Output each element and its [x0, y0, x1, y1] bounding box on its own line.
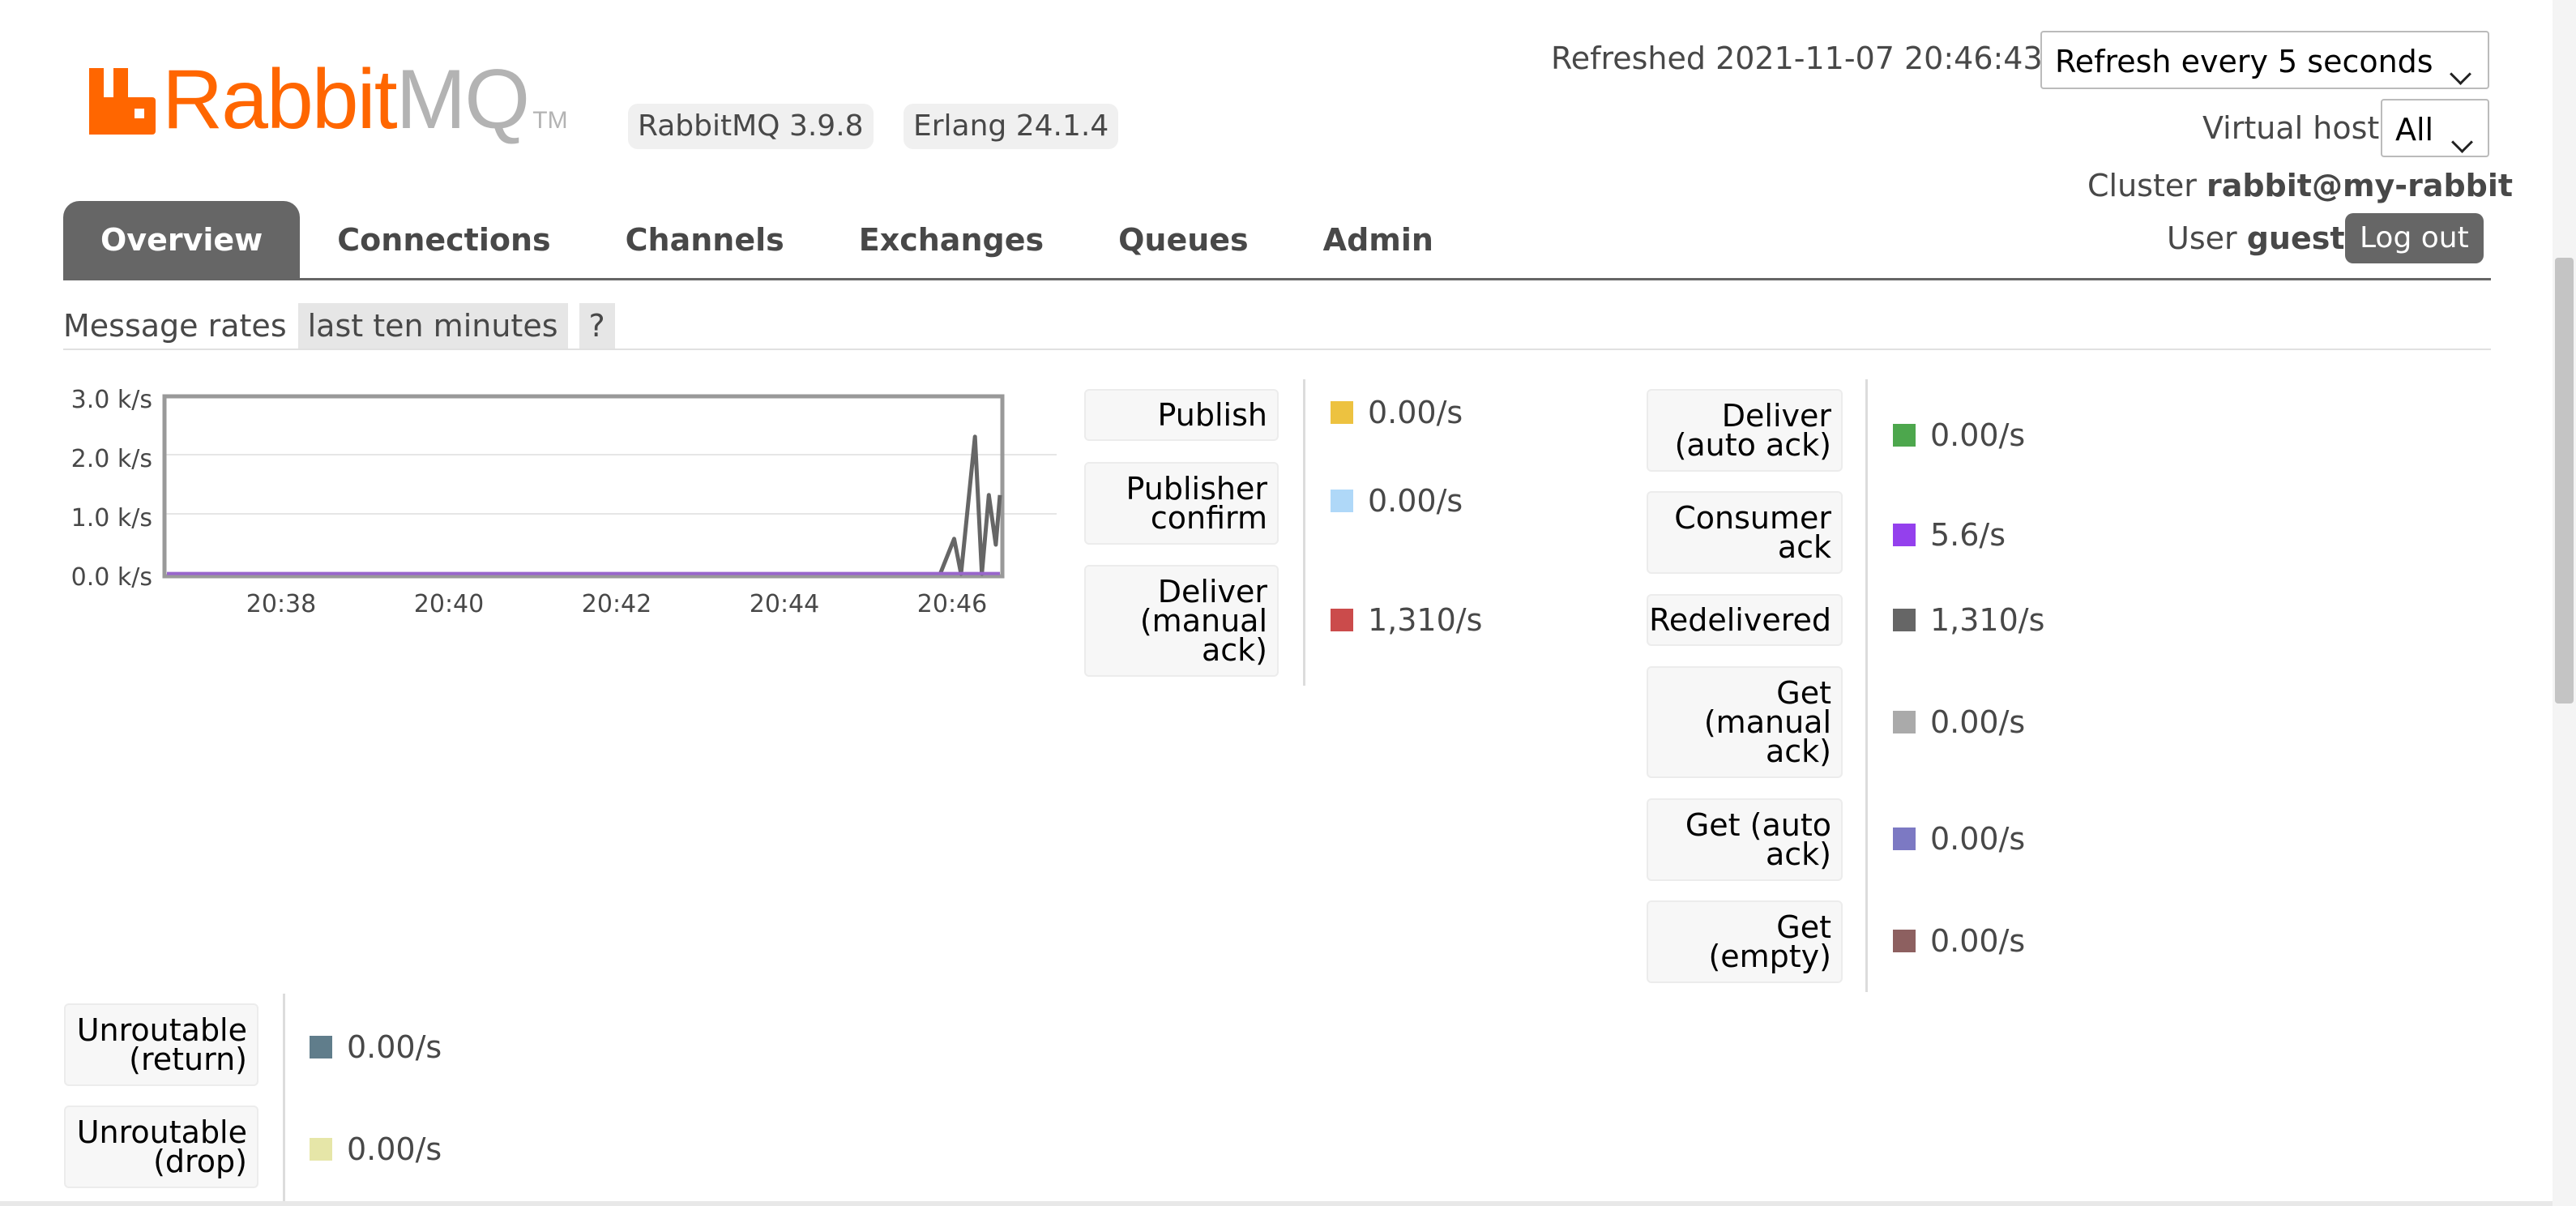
tabs-divider — [63, 278, 2491, 280]
x-tick-label: 20:42 — [581, 590, 652, 618]
legend-separator — [283, 994, 285, 1206]
tab-exchanges[interactable]: Exchanges — [822, 201, 1081, 279]
consumer-ack-rate: 5.6/s — [1930, 517, 2006, 553]
legend-redelivered-value-row: 1,310/s — [1893, 602, 2044, 638]
chevron-down-icon — [2450, 63, 2471, 85]
tab-channels[interactable]: Channels — [588, 201, 822, 279]
legend-consumer-ack-value-row: 5.6/s — [1893, 517, 2006, 553]
refreshed-timestamp: Refreshed 2021-11-07 20:46:43 — [1551, 41, 2043, 76]
refresh-interval-value: Refresh every 5 seconds — [2055, 44, 2433, 79]
rabbit-logo-icon — [89, 68, 156, 135]
logout-button[interactable]: Log out — [2345, 213, 2484, 263]
logo-rabbit-text: Rabbit — [162, 53, 398, 147]
legend-publish-label[interactable]: Publish — [1084, 389, 1279, 441]
legend-get-empty-label[interactable]: Get (empty) — [1647, 900, 1843, 983]
deliver-auto-ack-rate: 0.00/s — [1930, 417, 2026, 453]
legend-deliver-manual-value-row: 1,310/s — [1331, 602, 1482, 638]
logo-tm-text: TM — [532, 107, 568, 134]
help-button[interactable]: ? — [579, 303, 615, 349]
message-rates-header: Message rates last ten minutes ? — [63, 303, 615, 349]
section-title: Message rates — [63, 308, 287, 344]
deliver-manual-ack-swatch — [1331, 609, 1353, 631]
legend-publish-value-row: 0.00/s — [1331, 395, 1463, 430]
get-auto-ack-rate: 0.00/s — [1930, 821, 2026, 857]
chart-plot-area — [162, 394, 1057, 579]
message-rates-chart: 3.0 k/s 2.0 k/s 1.0 k/s 0.0 k/s 20:38 20… — [57, 386, 1057, 629]
redelivered-rate: 1,310/s — [1930, 602, 2045, 638]
y-tick-label: 3.0 k/s — [70, 386, 152, 414]
legend-unroutable-drop-label[interactable]: Unroutable (drop) — [64, 1106, 258, 1188]
erlang-version-badge: Erlang 24.1.4 — [904, 104, 1119, 149]
legend-deliver-auto-value-row: 0.00/s — [1893, 417, 2025, 453]
redelivered-swatch — [1893, 609, 1916, 631]
cluster-info: Cluster rabbit@my-rabbit — [2087, 168, 2513, 203]
series-line — [938, 434, 1002, 576]
legend-publisher-confirm-value-row: 0.00/s — [1331, 483, 1463, 519]
y-tick-label: 1.0 k/s — [70, 504, 152, 532]
tab-overview[interactable]: Overview — [63, 201, 301, 279]
get-empty-swatch — [1893, 930, 1916, 952]
publisher-confirm-rate: 0.00/s — [1368, 483, 1463, 519]
unroutable-drop-swatch — [310, 1138, 332, 1161]
scrollbar-thumb[interactable] — [2555, 258, 2574, 704]
legend-deliver-auto-ack-label[interactable]: Deliver (auto ack) — [1647, 389, 1843, 472]
legend-unroutable-return-value-row: 0.00/s — [310, 1029, 442, 1065]
tab-connections[interactable]: Connections — [300, 201, 587, 279]
main-tabs: Overview Connections Channels Exchanges … — [63, 201, 1471, 279]
legend-separator — [1865, 379, 1868, 992]
get-auto-ack-swatch — [1893, 828, 1916, 850]
y-tick-label: 0.0 k/s — [70, 563, 152, 592]
consumer-ack-swatch — [1893, 524, 1916, 546]
logo-mq-text: MQ — [395, 53, 531, 147]
horizontal-scrollbar[interactable] — [0, 1201, 2553, 1206]
legend-publisher-confirm-label[interactable]: Publisher confirm — [1084, 462, 1279, 545]
legend-unroutable-drop-value-row: 0.00/s — [310, 1131, 442, 1167]
publish-swatch — [1331, 401, 1353, 424]
publish-rate: 0.00/s — [1368, 395, 1463, 430]
legend-consumer-ack-label[interactable]: Consumer ack — [1647, 491, 1843, 574]
legend-unroutable-return-label[interactable]: Unroutable (return) — [64, 1003, 258, 1086]
tab-admin[interactable]: Admin — [1286, 201, 1471, 279]
publisher-confirm-swatch — [1331, 490, 1353, 512]
deliver-auto-ack-swatch — [1893, 424, 1916, 447]
unroutable-return-rate: 0.00/s — [347, 1029, 442, 1065]
rabbitmq-logo[interactable]: RabbitMQ TM — [89, 53, 592, 154]
legend-get-manual-value-row: 0.00/s — [1893, 704, 2025, 740]
unroutable-return-swatch — [310, 1036, 332, 1058]
legend-redelivered-label[interactable]: Redelivered — [1647, 594, 1843, 646]
chevron-down-icon — [2451, 131, 2473, 153]
user-label: User — [2167, 220, 2237, 256]
unroutable-drop-rate: 0.00/s — [347, 1131, 442, 1167]
cluster-label: Cluster — [2087, 168, 2197, 203]
x-tick-label: 20:38 — [246, 590, 317, 618]
deliver-manual-ack-rate: 1,310/s — [1368, 602, 1483, 638]
cluster-name: rabbit@my-rabbit — [2206, 168, 2514, 203]
y-tick-label: 2.0 k/s — [70, 445, 152, 473]
legend-separator — [1303, 379, 1305, 686]
legend-get-auto-ack-label[interactable]: Get (auto ack) — [1647, 798, 1843, 881]
virtual-host-select[interactable]: All — [2381, 99, 2489, 157]
get-manual-ack-rate: 0.00/s — [1930, 704, 2026, 740]
chart-frame — [162, 394, 1005, 579]
get-manual-ack-swatch — [1893, 711, 1916, 733]
user-info: User guest — [2167, 220, 2345, 256]
legend-get-manual-ack-label[interactable]: Get (manual ack) — [1647, 666, 1843, 778]
legend-get-empty-value-row: 0.00/s — [1893, 923, 2025, 959]
x-tick-label: 20:40 — [413, 590, 485, 618]
x-tick-label: 20:46 — [916, 590, 988, 618]
tab-queues[interactable]: Queues — [1081, 201, 1286, 279]
section-divider — [63, 349, 2491, 350]
legend-deliver-manual-ack-label[interactable]: Deliver (manual ack) — [1084, 565, 1279, 677]
legend-get-auto-value-row: 0.00/s — [1893, 821, 2025, 857]
virtual-host-value: All — [2395, 112, 2434, 148]
x-tick-label: 20:44 — [749, 590, 820, 618]
get-empty-rate: 0.00/s — [1930, 923, 2026, 959]
rabbitmq-version-badge: RabbitMQ 3.9.8 — [628, 104, 874, 149]
rate-range-toggle[interactable]: last ten minutes — [297, 303, 568, 349]
refresh-interval-select[interactable]: Refresh every 5 seconds — [2040, 31, 2489, 89]
virtual-host-label: Virtual host — [2202, 110, 2380, 146]
user-name: guest — [2246, 220, 2345, 256]
